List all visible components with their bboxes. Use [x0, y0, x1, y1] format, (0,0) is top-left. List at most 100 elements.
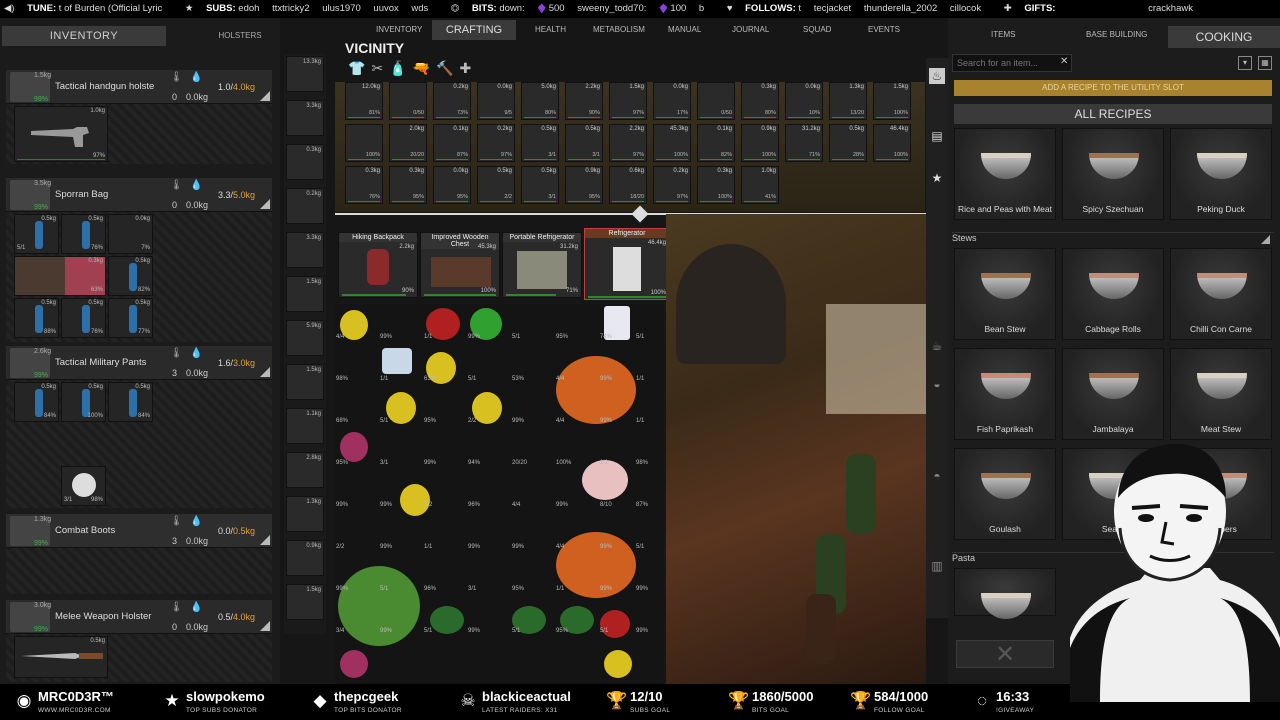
- tab-manual[interactable]: MANUAL: [668, 25, 701, 34]
- recipe-card[interactable]: Bean Stew: [954, 248, 1056, 340]
- scissors-filter-icon[interactable]: ✂: [371, 60, 389, 76]
- item-cell[interactable]: 0.5kg 100%: [61, 382, 106, 422]
- item-cell[interactable]: 0.3kg 63%: [14, 256, 106, 296]
- book-icon[interactable]: ▤: [929, 128, 945, 144]
- expand-corner-icon[interactable]: [260, 199, 270, 209]
- equipment-slot[interactable]: 1.3kg 99% Combat Boots 🌡 3 💧 0.0kg 0.0/0…: [6, 514, 272, 594]
- strip-item-cell[interactable]: 1.5kg: [286, 276, 324, 312]
- equipment-slot[interactable]: 3.5kg 99% Sporran Bag 🌡 0 💧 0.0kg 3.3/5.…: [6, 178, 272, 342]
- strip-item-cell[interactable]: 0.3kg: [286, 144, 324, 180]
- strip-item-cell[interactable]: 5.9kg: [286, 320, 324, 356]
- vicinity-item-cell[interactable]: 0.3kg 95%: [389, 166, 427, 204]
- collapse-icon[interactable]: ▾: [1238, 56, 1252, 70]
- vicinity-item-cell[interactable]: 0.1kg 82%: [697, 124, 735, 162]
- vicinity-item-cell[interactable]: 0.9kg 100%: [741, 124, 779, 162]
- lemon-icon[interactable]: [400, 484, 430, 516]
- pan-icon[interactable]: ◓: [929, 468, 945, 484]
- vicinity-item-cell[interactable]: 0.5kg 28%: [829, 124, 867, 162]
- tab-squad[interactable]: SQUAD: [803, 25, 831, 34]
- gun-filter-icon[interactable]: 🔫: [413, 60, 436, 76]
- item-cell[interactable]: 0.5kg 5/1: [14, 214, 59, 254]
- cabbage-icon[interactable]: [338, 566, 420, 646]
- vicinity-item-cell[interactable]: 100%: [345, 124, 383, 162]
- expand-corner-icon[interactable]: [260, 91, 270, 101]
- star-icon[interactable]: ★: [929, 170, 945, 186]
- section-stews[interactable]: Stews: [952, 232, 1274, 246]
- tab-crafting[interactable]: CRAFTING: [432, 20, 516, 40]
- onion-icon[interactable]: [340, 650, 368, 678]
- container-refrigerator[interactable]: Refrigerator 46.4kg 100%: [584, 228, 670, 300]
- tab-holsters[interactable]: HOLSTERS: [200, 26, 280, 46]
- vicinity-item-cell[interactable]: 0.5kg 3/1: [521, 124, 559, 162]
- vicinity-item-cell[interactable]: 2.2kg 97%: [609, 124, 647, 162]
- vicinity-item-cell[interactable]: 0.5kg 3/1: [521, 166, 559, 204]
- recipe-card[interactable]: Chilli Con Carne: [1170, 248, 1272, 340]
- item-cell[interactable]: 0.5kg 84%: [108, 382, 153, 422]
- vicinity-item-cell[interactable]: 0.3kg 80%: [741, 82, 779, 120]
- strip-item-cell[interactable]: 0.9kg: [286, 540, 324, 576]
- tab-events[interactable]: EVENTS: [868, 25, 900, 34]
- recipe-search-input[interactable]: [952, 54, 1072, 72]
- grid-view-icon[interactable]: ▦: [1258, 56, 1272, 70]
- recipe-card[interactable]: Goulash: [954, 448, 1056, 540]
- ice-icon[interactable]: [382, 348, 412, 374]
- slot-header[interactable]: 2.6kg 99% Tactical Military Pants 🌡 3 💧 …: [6, 346, 272, 380]
- cancel-button[interactable]: ✕: [956, 640, 1054, 668]
- recipe-card[interactable]: Peking Duck: [1170, 128, 1272, 220]
- recipe-card[interactable]: Fish Paprikash: [954, 348, 1056, 440]
- equipment-slot[interactable]: 1.5kg 99% Tactical handgun holste 🌡 0 💧 …: [6, 70, 272, 164]
- slot-header[interactable]: 1.5kg 99% Tactical handgun holste 🌡 0 💧 …: [6, 70, 272, 104]
- tab-inventory[interactable]: INVENTORY: [2, 26, 166, 46]
- strip-item-cell[interactable]: 1.3kg: [286, 496, 324, 532]
- equipment-slot[interactable]: 3.0kg 99% Melee Weapon Holster 🌡 0 💧 0.0…: [6, 600, 272, 682]
- tab-metabolism[interactable]: METABOLISM: [593, 25, 645, 34]
- bottle-filter-icon[interactable]: 🧴: [389, 60, 412, 76]
- vicinity-item-cell[interactable]: 31.2kg 71%: [785, 124, 823, 162]
- item-cell[interactable]: 0.5kg 88%: [14, 298, 59, 338]
- equipment-slot[interactable]: 2.6kg 99% Tactical Military Pants 🌡 3 💧 …: [6, 346, 272, 508]
- vicinity-item-cell[interactable]: 0.9kg 95%: [565, 166, 603, 204]
- vicinity-item-cell[interactable]: 1.0kg 41%: [741, 166, 779, 204]
- strip-item-cell[interactable]: 3.3kg: [286, 100, 324, 136]
- vicinity-item-cell[interactable]: 0.3kg 100%: [697, 166, 735, 204]
- vicinity-item-cell[interactable]: 0.1kg 87%: [433, 124, 471, 162]
- lemon-icon[interactable]: [604, 650, 632, 678]
- item-cell[interactable]: 0.5kg 82%: [108, 256, 153, 296]
- lemon-icon[interactable]: [472, 392, 502, 424]
- vicinity-item-cell[interactable]: 45.3kg 100%: [653, 124, 691, 162]
- pumpkin-icon[interactable]: [556, 356, 636, 424]
- collapse-corner-icon[interactable]: [1261, 235, 1270, 244]
- vicinity-item-cell[interactable]: 0/50: [697, 82, 735, 120]
- vicinity-item-cell[interactable]: 0.2kg 97%: [653, 166, 691, 204]
- plus-filter-icon[interactable]: ✚: [459, 60, 477, 76]
- vicinity-item-cell[interactable]: 0.0kg 17%: [653, 82, 691, 120]
- recipe-card[interactable]: [954, 568, 1056, 619]
- recipe-card[interactable]: Spicy Szechuan: [1062, 128, 1164, 220]
- tab-cooking[interactable]: COOKING: [1168, 26, 1280, 48]
- item-cell[interactable]: 0.5kg 76%: [61, 298, 106, 338]
- lemon-icon[interactable]: [386, 392, 416, 424]
- vicinity-item-cell[interactable]: 0.0kg 9/5: [477, 82, 515, 120]
- expand-corner-icon[interactable]: [260, 535, 270, 545]
- strip-item-cell[interactable]: 3.3kg: [286, 232, 324, 268]
- container-hiking-backpack[interactable]: Hiking Backpack 2.2kg 90%: [338, 232, 418, 298]
- strip-item-cell[interactable]: 0.2kg: [286, 188, 324, 224]
- vicinity-item-cell[interactable]: 46.4kg 100%: [873, 124, 911, 162]
- tab-items[interactable]: ITEMS: [991, 30, 1015, 39]
- slot-header[interactable]: 1.3kg 99% Combat Boots 🌡 3 💧 0.0kg 0.0/0…: [6, 514, 272, 548]
- slot-header[interactable]: 3.0kg 99% Melee Weapon Holster 🌡 0 💧 0.0…: [6, 600, 272, 634]
- vicinity-item-cell[interactable]: 0.6kg 18/20: [609, 166, 647, 204]
- vicinity-item-cell[interactable]: 0.3kg 76%: [345, 166, 383, 204]
- expand-corner-icon[interactable]: [260, 367, 270, 377]
- broccoli-icon[interactable]: [430, 606, 464, 634]
- vicinity-item-cell[interactable]: 12.0kg 81%: [345, 82, 383, 120]
- onion-icon[interactable]: [340, 432, 368, 462]
- vicinity-item-cell[interactable]: 0.0kg 10%: [785, 82, 823, 120]
- tab-inventory[interactable]: INVENTORY: [376, 25, 422, 34]
- vicinity-item-cell[interactable]: 0.5kg 2/2: [477, 166, 515, 204]
- recipe-card[interactable]: Cabbage Rolls: [1062, 248, 1164, 340]
- vicinity-item-cell[interactable]: 0.2kg 73%: [433, 82, 471, 120]
- recipe-card[interactable]: Meat Stew: [1170, 348, 1272, 440]
- pumpkin-icon[interactable]: [556, 532, 636, 598]
- container-portable-refrigerator[interactable]: Portable Refrigerator 31.2kg 71%: [502, 232, 582, 298]
